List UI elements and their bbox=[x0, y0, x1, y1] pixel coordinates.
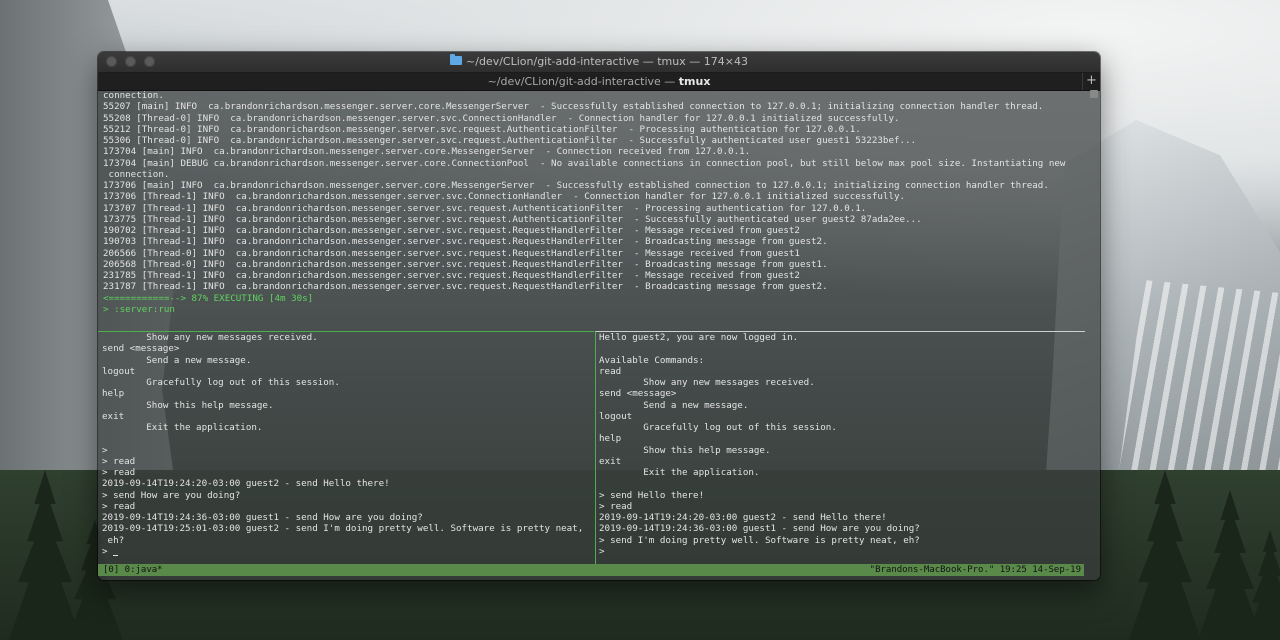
gradle-progress: <===========--> 87% EXECUTING [4m 30s] bbox=[103, 292, 314, 304]
window-controls bbox=[106, 56, 155, 67]
log-line: 55207 [main] INFO ca.brandonrichardson.m… bbox=[103, 101, 1044, 113]
terminal-line: 2019-09-14T19:24:20-03:00 guest2 - send … bbox=[599, 512, 887, 523]
scrollbar[interactable] bbox=[1090, 90, 1098, 330]
log-line: 55306 [Thread-0] INFO ca.brandonrichards… bbox=[103, 135, 917, 146]
window-title: ~/dev/CLion/git-add-interactive — tmux —… bbox=[466, 55, 748, 68]
terminal-content[interactable]: connection. 55207 [main] INFO ca.brandonr… bbox=[98, 90, 1100, 580]
terminal-line: 2019-09-14T19:25:01-03:00 guest2 - send … bbox=[102, 523, 584, 535]
log-line: 55212 [Thread-0] INFO ca.brandonrichards… bbox=[103, 123, 861, 135]
terminal-line: > read bbox=[599, 500, 633, 512]
log-line: 173704 [main] DEBUG ca.brandonrichardson… bbox=[103, 157, 1066, 169]
log-line: 173707 [Thread-1] INFO ca.brandonrichard… bbox=[103, 202, 867, 214]
folder-icon bbox=[450, 54, 463, 65]
terminal-line: 2019-09-14T19:24:36-03:00 guest1 - send … bbox=[102, 512, 423, 523]
client-pane-guest1[interactable]: Show any new messages received. send <mes… bbox=[98, 331, 594, 565]
terminal-line: exit bbox=[102, 410, 125, 422]
terminal-line: 2019-09-14T19:24:20-03:00 guest2 - send … bbox=[102, 478, 390, 490]
wallpaper-tree bbox=[1129, 470, 1201, 640]
terminal-line: > bbox=[102, 444, 108, 456]
terminal-line: Show any new messages received. bbox=[102, 332, 318, 343]
terminal-line: Gracefully log out of this session. bbox=[102, 377, 340, 388]
log-line: connection. bbox=[103, 90, 164, 101]
log-line: 55208 [Thread-0] INFO ca.brandonrichards… bbox=[103, 112, 900, 124]
gradle-task: > :server:run bbox=[103, 303, 175, 315]
text-cursor bbox=[113, 555, 119, 556]
terminal-line: Exit the application. bbox=[599, 467, 760, 478]
log-line: 206566 [Thread-0] INFO ca.brandonrichard… bbox=[103, 247, 800, 259]
terminal-line: logout bbox=[102, 365, 136, 377]
tab-path[interactable]: ~/dev/CLion/git-add-interactive — bbox=[488, 75, 679, 88]
log-line: 231785 [Thread-1] INFO ca.brandonrichard… bbox=[103, 270, 800, 281]
terminal-line: > send I'm doing pretty well. Software i… bbox=[599, 534, 920, 546]
terminal-line: Hello guest2, you are now logged in. bbox=[599, 332, 799, 343]
tmux-status-bar: [0] 0:java* "Brandons-MacBook-Pro." 19:2… bbox=[98, 564, 1084, 576]
terminal-line: Show this help message. bbox=[599, 444, 771, 456]
terminal-line: > read bbox=[102, 455, 136, 467]
log-line: 190702 [Thread-1] INFO ca.brandonrichard… bbox=[103, 225, 800, 236]
terminal-line: exit bbox=[599, 455, 622, 467]
terminal-line: 2019-09-14T19:24:36-03:00 guest1 - send … bbox=[599, 523, 920, 535]
log-line: 231787 [Thread-1] INFO ca.brandonrichard… bbox=[103, 281, 828, 293]
terminal-line: Exit the application. bbox=[102, 422, 263, 433]
terminal-window: ~/dev/CLion/git-add-interactive — tmux —… bbox=[98, 52, 1100, 580]
tab-app-name[interactable]: tmux bbox=[679, 75, 711, 88]
status-window-list[interactable]: [0] 0:java* bbox=[103, 564, 163, 576]
tab-bar: ~/dev/CLion/git-add-interactive — tmux + bbox=[98, 73, 1100, 91]
log-line: 173706 [main] INFO ca.brandonrichardson.… bbox=[103, 180, 1049, 191]
terminal-line: Gracefully log out of this session. bbox=[599, 422, 837, 433]
client-pane-guest2[interactable]: Hello guest2, you are now logged in. Avai… bbox=[595, 331, 1085, 565]
terminal-line: help bbox=[599, 433, 622, 445]
server-log-pane[interactable]: connection. 55207 [main] INFO ca.brandonr… bbox=[98, 90, 1100, 293]
log-line: 173704 [main] INFO ca.brandonrichardson.… bbox=[103, 146, 751, 158]
log-line: connection. bbox=[103, 168, 170, 180]
minimize-button[interactable] bbox=[125, 56, 136, 67]
terminal-line: logout bbox=[599, 410, 633, 422]
log-line: 173706 [Thread-1] INFO ca.brandonrichard… bbox=[103, 191, 906, 203]
terminal-line: > send How are you doing? bbox=[102, 489, 241, 501]
tmux-split-area: Show any new messages received. send <mes… bbox=[98, 331, 1100, 565]
window-titlebar[interactable]: ~/dev/CLion/git-add-interactive — tmux —… bbox=[98, 52, 1100, 73]
terminal-line: send <message> bbox=[599, 388, 677, 400]
log-line: 173775 [Thread-1] INFO ca.brandonrichard… bbox=[103, 213, 922, 225]
status-host-time: "Brandons-MacBook-Pro." 19:25 14-Sep-19 bbox=[869, 565, 1081, 575]
terminal-line: Available Commands: bbox=[599, 354, 705, 366]
terminal-line: > read bbox=[102, 500, 136, 512]
scroll-up-arrow-icon[interactable] bbox=[1090, 90, 1098, 98]
terminal-line: eh? bbox=[102, 534, 125, 546]
terminal-line: > send Hello there! bbox=[599, 489, 705, 501]
terminal-line: > bbox=[599, 545, 605, 557]
zoom-button[interactable] bbox=[144, 56, 155, 67]
terminal-line: Send a new message. bbox=[102, 354, 252, 366]
close-button[interactable] bbox=[106, 56, 117, 67]
terminal-line: read bbox=[599, 365, 622, 377]
log-line: 190703 [Thread-1] INFO ca.brandonrichard… bbox=[103, 236, 828, 248]
terminal-line: help bbox=[102, 388, 125, 400]
log-line: 206568 [Thread-0] INFO ca.brandonrichard… bbox=[103, 258, 828, 270]
terminal-line: send <message> bbox=[102, 343, 180, 355]
terminal-line: Send a new message. bbox=[599, 399, 749, 411]
terminal-line: Show any new messages received. bbox=[599, 377, 815, 388]
terminal-line: > read bbox=[102, 467, 136, 478]
new-tab-button[interactable]: + bbox=[1082, 73, 1100, 90]
terminal-line: Show this help message. bbox=[102, 399, 274, 411]
wallpaper-tree bbox=[9, 470, 81, 640]
terminal-line: > bbox=[98, 546, 594, 557]
